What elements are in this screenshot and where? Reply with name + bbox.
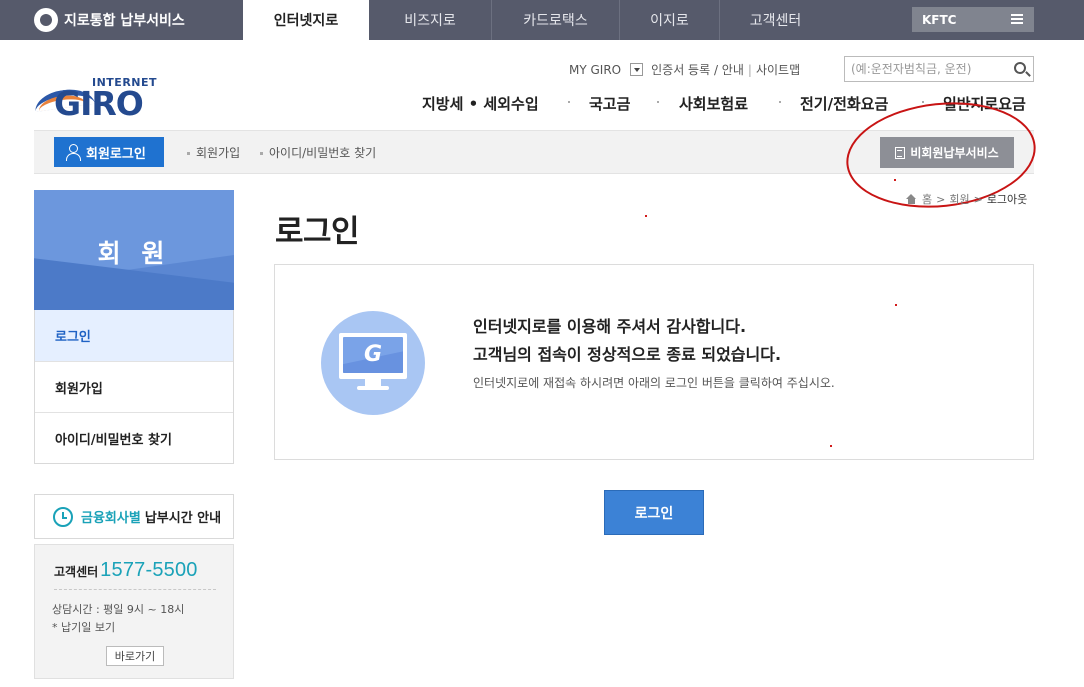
user-icon [66,144,81,161]
nav-separator [779,101,781,103]
cs-contact-row: 고객센터 1577-5500 [54,559,198,582]
nav-social-insurance[interactable]: 사회보험료 [679,93,748,114]
kftc-menu-button[interactable]: KFTC [912,7,1034,32]
dropdown-arrow-icon[interactable] [630,63,644,76]
nav-separator [922,101,924,103]
logout-message-box: G 인터넷지로를 이용해 주셔서 감사합니다. 고객님의 접속이 정상적으로 종… [274,264,1034,460]
nav-local-tax[interactable]: 지방세 • 세외수입 [422,93,539,114]
tab-internet-giro[interactable]: 인터넷지로 [243,0,369,40]
tab-biz-giro[interactable]: 비즈지로 [369,0,491,40]
sidebar-item-find-account[interactable]: 아이디/비밀번호 찾기 [35,412,233,463]
customer-center-box: 고객센터 1577-5500 상담시간 : 평일 9시 ~ 18시 * 납기일 … [34,544,234,679]
utility-links: MY GIRO 인증서 등록 / 안내 | 사이트맵 [569,61,800,78]
tab-customer-center[interactable]: 고객센터 [719,0,831,40]
member-login-label: 회원로그인 [86,146,146,162]
sidebar-header: 회 원 [34,190,234,310]
find-id-password-link[interactable]: 아이디/비밀번호 찾기 [260,144,376,161]
kftc-label: KFTC [922,12,957,27]
nav-utility-bills[interactable]: 전기/전화요금 [800,93,888,114]
login-bar: 회원로그인 회원가입 아이디/비밀번호 찾기 비회원납부서비스 [34,130,1034,174]
nav-national-funds[interactable]: 국고금 [589,93,630,114]
sidebar-title: 회 원 [97,239,171,268]
cs-hours: 상담시간 : 평일 9시 ~ 18시 [52,603,185,616]
member-login-button[interactable]: 회원로그인 [54,137,164,167]
cs-due-date-note: * 납기일 보기 [52,621,116,634]
session-ended-message: 고객님의 접속이 정상적으로 종료 되었습니다. [473,345,782,364]
thank-you-message: 인터넷지로를 이용해 주셔서 감사합니다. [473,317,747,336]
breadcrumb-member[interactable]: 회원 [949,191,969,207]
sidebar-menu: 로그인 회원가입 아이디/비밀번호 찾기 [34,310,234,464]
top-bar: 지로통합 납부서비스 인터넷지로 비즈지로 카드로택스 이지로 고객센터 KFT… [0,0,1084,40]
util-separator: | [747,62,752,77]
payment-time-guide-link[interactable]: 금융회사별 납부시간 안내 [34,494,234,539]
service-tabs: 인터넷지로 비즈지로 카드로택스 이지로 고객센터 [243,0,831,40]
brand-label: 지로통합 납부서비스 [64,13,185,29]
nav-separator [657,101,659,103]
search-box [844,56,1034,82]
brand-logo-icon [34,8,58,32]
payment-time-highlight: 금융회사별 [81,511,141,526]
annotation-dot [894,179,896,181]
payment-time-label: 납부시간 안내 [144,511,222,526]
nav-general-giro[interactable]: 일반지로요금 [943,93,1026,114]
brand-home-link[interactable]: 지로통합 납부서비스 [34,0,185,40]
cs-phone-number: 1577-5500 [100,559,198,581]
annotation-dot [830,445,832,447]
breadcrumb: 홈 > 회원 > 로그아웃 [906,191,1027,207]
document-icon [895,146,906,159]
breadcrumb-home[interactable]: 홈 [922,191,932,207]
giro-g-mark: G [363,342,383,367]
breadcrumb-separator: > [936,192,946,206]
nav-separator [568,101,570,103]
search-input[interactable] [851,62,1011,76]
sidebar-item-login[interactable]: 로그인 [35,310,233,361]
home-icon[interactable] [906,194,917,204]
sitemap-link[interactable]: 사이트맵 [756,61,800,78]
clock-icon [53,506,73,527]
hamburger-menu-icon [1011,14,1023,24]
signup-link[interactable]: 회원가입 [187,144,240,161]
monitor-illustration-icon: G [321,311,425,415]
cs-label: 고객센터 [54,565,99,579]
login-button[interactable]: 로그인 [604,490,704,535]
cs-shortcut-button[interactable]: 바로가기 [106,646,164,666]
monitor-base [357,386,389,390]
tab-card-ro-tax[interactable]: 카드로택스 [491,0,619,40]
page-title: 로그인 [275,214,360,250]
annotation-dot [645,215,647,217]
relogin-instruction: 인터넷지로에 재접속 하시려면 아래의 로그인 버튼을 클릭하여 주십시오. [473,376,835,390]
breadcrumb-separator: > [973,192,983,206]
nonmember-payment-button[interactable]: 비회원납부서비스 [880,137,1014,168]
main-nav: 지방세 • 세외수입 국고금 사회보험료 전기/전화요금 일반지로요금 [0,93,1084,115]
cert-register-link[interactable]: 인증서 등록 / 안내 [651,61,744,78]
sidebar-item-signup[interactable]: 회원가입 [35,361,233,412]
breadcrumb-current: 로그아웃 [986,193,1028,206]
my-giro-link[interactable]: MY GIRO [569,63,621,77]
nonmember-payment-label: 비회원납부서비스 [910,146,999,160]
annotation-dot [895,304,897,306]
cs-divider [54,589,216,590]
search-icon[interactable] [1014,62,1026,74]
tab-e-giro[interactable]: 이지로 [619,0,719,40]
